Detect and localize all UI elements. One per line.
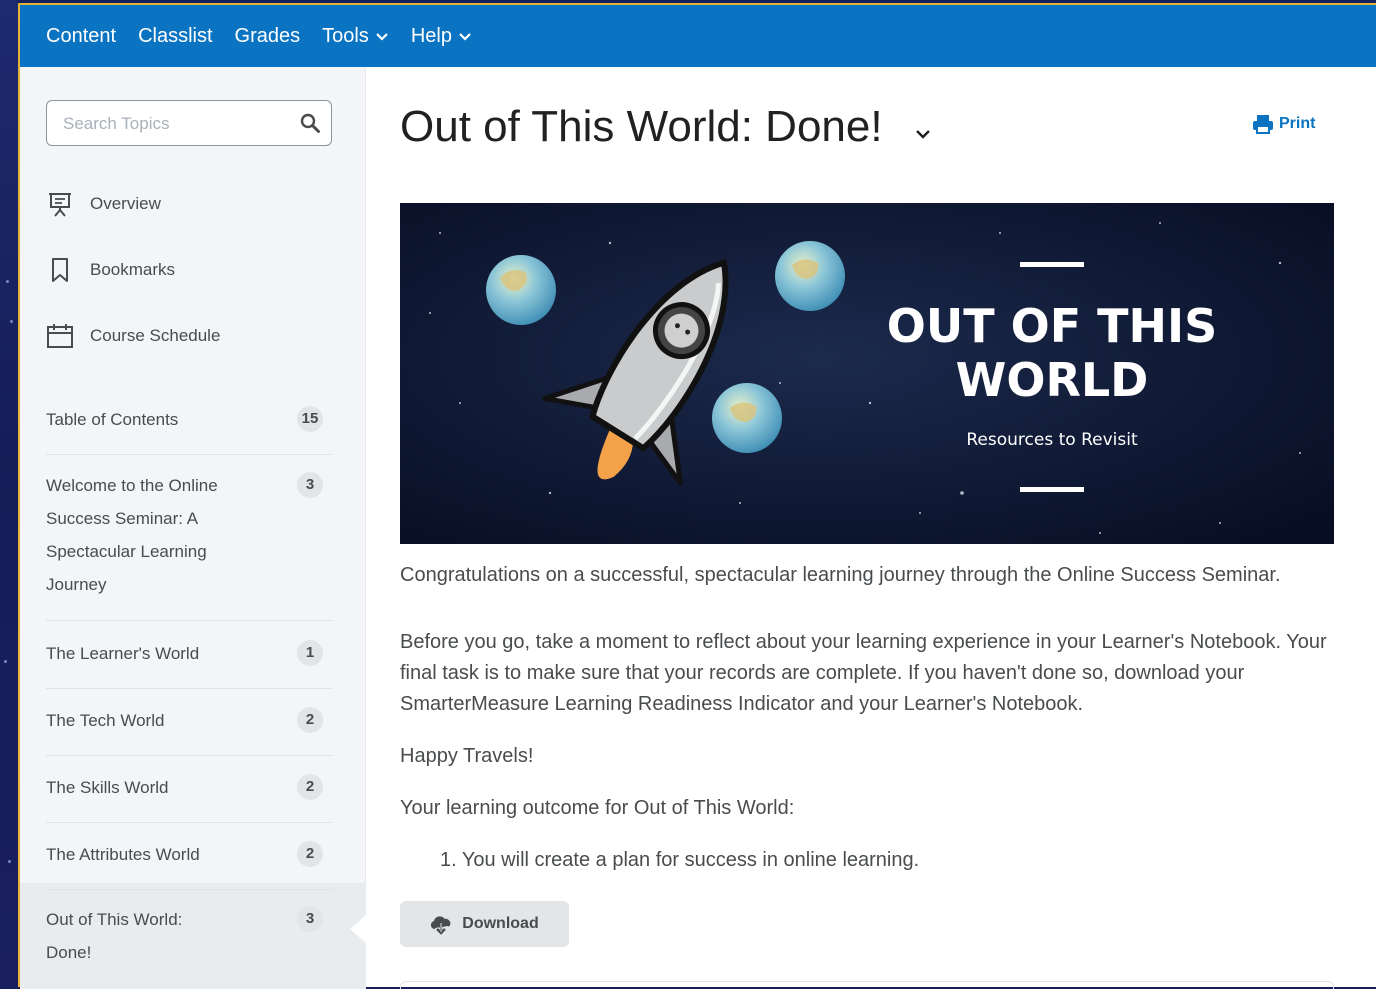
module-count-badge: 2 bbox=[297, 841, 323, 867]
toc-module-welcome[interactable]: Welcome to the Online Success Seminar: A… bbox=[46, 469, 332, 621]
module-count-badge: 3 bbox=[297, 906, 323, 932]
module-label: The Skills World bbox=[46, 778, 169, 797]
nav-grades[interactable]: Grades bbox=[235, 25, 301, 48]
sidebar-overview[interactable]: Overview bbox=[46, 188, 161, 220]
toc-count-badge: 15 bbox=[297, 406, 323, 432]
nav-classlist[interactable]: Classlist bbox=[138, 25, 212, 48]
module-count-badge: 3 bbox=[297, 472, 323, 498]
course-window: Content Classlist Grades Tools Help Sear… bbox=[18, 3, 1376, 989]
module-count-badge: 2 bbox=[297, 707, 323, 733]
next-section-edge bbox=[400, 981, 1334, 989]
chevron-down-icon[interactable] bbox=[912, 123, 934, 145]
course-navbar: Content Classlist Grades Tools Help bbox=[20, 5, 1376, 67]
module-label: Welcome to the Online Success Seminar: A… bbox=[46, 476, 218, 594]
search-icon[interactable] bbox=[299, 112, 321, 134]
paragraph-congrats: Congratulations on a successful, spectac… bbox=[400, 564, 1281, 586]
content-sidebar: Overview Bookmarks Course Schedule Table… bbox=[20, 67, 366, 989]
banner-subtitle: Resources to Revisit bbox=[966, 430, 1138, 450]
banner-title-line2: WORLD bbox=[956, 353, 1149, 407]
cloud-download-icon bbox=[431, 916, 451, 935]
toc-module-out-of-this-world[interactable]: Out of This World: Done! 3 bbox=[46, 903, 332, 989]
nav-tools[interactable]: Tools bbox=[322, 25, 389, 48]
paragraph-reflect: Before you go, take a moment to reflect … bbox=[400, 631, 1327, 715]
presentation-icon bbox=[49, 193, 71, 217]
toc-header[interactable]: Table of Contents 15 bbox=[46, 401, 332, 455]
nav-content[interactable]: Content bbox=[46, 25, 116, 48]
page-title: Out of This World: Done! bbox=[400, 102, 883, 151]
module-count-badge: 1 bbox=[297, 640, 323, 666]
bookmark-icon bbox=[52, 258, 68, 282]
toc-module-skills-world[interactable]: The Skills World 2 bbox=[46, 769, 332, 823]
calendar-icon bbox=[47, 324, 73, 348]
toc-module-tech-world[interactable]: The Tech World 2 bbox=[46, 702, 332, 756]
print-button[interactable]: Print bbox=[1252, 113, 1315, 135]
background-edge bbox=[0, 0, 18, 987]
sidebar-course-schedule[interactable]: Course Schedule bbox=[46, 320, 220, 352]
chevron-down-icon bbox=[376, 33, 388, 41]
outcome-list-item: 1. You will create a plan for success in… bbox=[440, 849, 920, 871]
banner-title-line1: OUT OF THIS bbox=[887, 299, 1218, 353]
toc-module-attributes-world[interactable]: The Attributes World 2 bbox=[46, 836, 332, 890]
paragraph-happy-travels: Happy Travels! bbox=[400, 745, 534, 767]
module-label: Out of This World: Done! bbox=[46, 910, 183, 962]
search-box bbox=[46, 100, 332, 147]
sidebar-bookmarks[interactable]: Bookmarks bbox=[46, 254, 175, 286]
search-input[interactable] bbox=[47, 101, 295, 147]
nav-help[interactable]: Help bbox=[411, 25, 472, 48]
toc-module-learners-world[interactable]: The Learner's World 1 bbox=[46, 635, 332, 689]
space-banner-graphic: OUT OF THIS WORLD Resources to Revisit bbox=[400, 203, 1334, 544]
module-label: The Tech World bbox=[46, 711, 165, 730]
module-count-badge: 2 bbox=[297, 774, 323, 800]
banner-image: OUT OF THIS WORLD Resources to Revisit bbox=[400, 203, 1334, 544]
module-label: The Attributes World bbox=[46, 845, 200, 864]
active-module-pointer bbox=[350, 915, 366, 943]
download-button[interactable]: Download bbox=[400, 901, 569, 947]
topic-content: Out of This World: Done! Print OUT OF TH… bbox=[366, 67, 1376, 989]
paragraph-outcome-intro: Your learning outcome for Out of This Wo… bbox=[400, 797, 795, 819]
printer-icon bbox=[1253, 115, 1273, 134]
module-label: The Learner's World bbox=[46, 644, 200, 663]
chevron-down-icon bbox=[459, 33, 471, 41]
toc-label: Table of Contents bbox=[46, 410, 179, 429]
